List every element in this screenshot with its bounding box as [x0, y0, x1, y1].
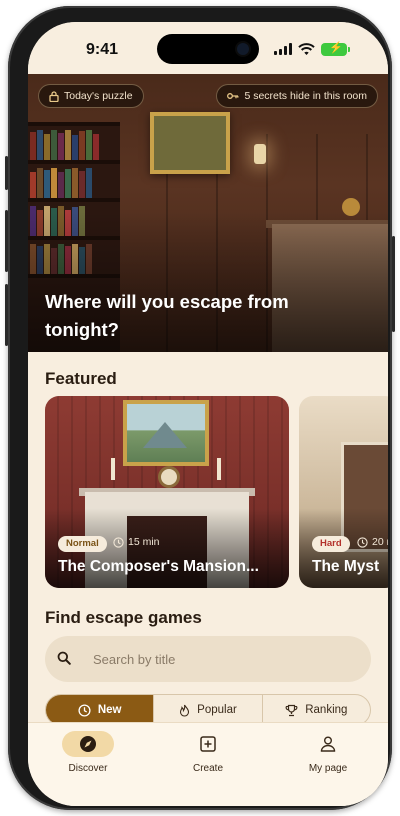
- nav-item-discover[interactable]: Discover: [38, 731, 138, 774]
- card-title: The Composer's Mansion...: [58, 558, 259, 575]
- search-icon: [57, 651, 71, 665]
- nav-label: Discover: [68, 763, 108, 774]
- duration-label: 15 min: [128, 536, 160, 548]
- wifi-icon: [298, 42, 315, 55]
- hero-banner[interactable]: Today's puzzle 5 secrets hide in this ro…: [28, 74, 388, 352]
- wall-lamp-illustration: [254, 144, 266, 164]
- clock-icon: [113, 536, 124, 548]
- landscape-painting-illustration: [123, 400, 209, 466]
- lock-icon: [49, 90, 59, 102]
- duration-meta: 20 m: [357, 536, 388, 548]
- nav-item-create[interactable]: Create: [158, 731, 258, 774]
- difficulty-badge: Normal: [58, 536, 107, 552]
- featured-carousel[interactable]: Normal 15 min The Composer's Mansion... …: [45, 396, 388, 588]
- clock-icon: [78, 703, 91, 717]
- bottom-navigation: Discover Create My page: [28, 722, 388, 806]
- card-title: The Myst: [312, 558, 380, 575]
- tab-ranking[interactable]: Ranking: [263, 695, 370, 725]
- mantel-clock-illustration: [158, 466, 180, 488]
- clock-icon: [357, 536, 368, 548]
- todays-puzzle-badge: Today's puzzle: [38, 84, 144, 108]
- phone-frame: 9:41 ⚡ Today's puzzle 5 secrets hide in …: [5, 6, 395, 810]
- tab-popular[interactable]: Popular: [154, 695, 263, 725]
- status-time: 9:41: [86, 41, 119, 58]
- plus-square-icon: [182, 731, 234, 757]
- difficulty-label: Hard: [320, 538, 342, 549]
- flame-icon: [180, 704, 190, 717]
- app-screen: 9:41 ⚡ Today's puzzle 5 secrets hide in …: [28, 22, 388, 806]
- compass-icon: [62, 731, 114, 757]
- status-icons: ⚡: [274, 42, 350, 56]
- signal-icon: [274, 43, 292, 55]
- nav-item-my-page[interactable]: My page: [278, 731, 378, 774]
- key-icon: [227, 93, 239, 99]
- tab-label: New: [97, 704, 122, 716]
- find-games-heading: Find escape games: [45, 608, 202, 627]
- power-button: [392, 236, 395, 332]
- difficulty-label: Normal: [66, 538, 99, 549]
- volume-up-button: [5, 210, 8, 272]
- duration-meta: 15 min: [113, 536, 160, 548]
- featured-card[interactable]: Hard 20 m The Myst: [299, 396, 388, 588]
- volume-down-button: [5, 284, 8, 346]
- nav-label: Create: [192, 763, 223, 774]
- featured-heading: Featured: [45, 369, 117, 388]
- hero-headline: Where will you escape from tonight?: [45, 291, 289, 340]
- battery-charging-icon: ⚡: [321, 42, 350, 56]
- todays-puzzle-label: Today's puzzle: [64, 90, 133, 102]
- status-bar: 9:41 ⚡: [28, 22, 388, 74]
- nav-label: My page: [308, 763, 348, 774]
- tab-new[interactable]: New: [46, 695, 155, 725]
- secrets-label: 5 secrets hide in this room: [244, 90, 367, 102]
- person-icon: [302, 731, 354, 757]
- secrets-badge: 5 secrets hide in this room: [216, 84, 378, 108]
- camera-icon: [237, 43, 249, 55]
- trophy-icon: [285, 704, 298, 716]
- duration-label: 20 m: [372, 536, 388, 548]
- action-button: [5, 156, 8, 190]
- painting-illustration: [150, 112, 230, 174]
- tab-label: Popular: [197, 704, 237, 716]
- tab-label: Ranking: [305, 704, 348, 716]
- dynamic-island: [157, 34, 259, 64]
- difficulty-badge: Hard: [312, 536, 350, 552]
- search-input[interactable]: [93, 648, 353, 670]
- search-bar[interactable]: [45, 636, 371, 682]
- featured-card[interactable]: Normal 15 min The Composer's Mansion...: [45, 396, 289, 588]
